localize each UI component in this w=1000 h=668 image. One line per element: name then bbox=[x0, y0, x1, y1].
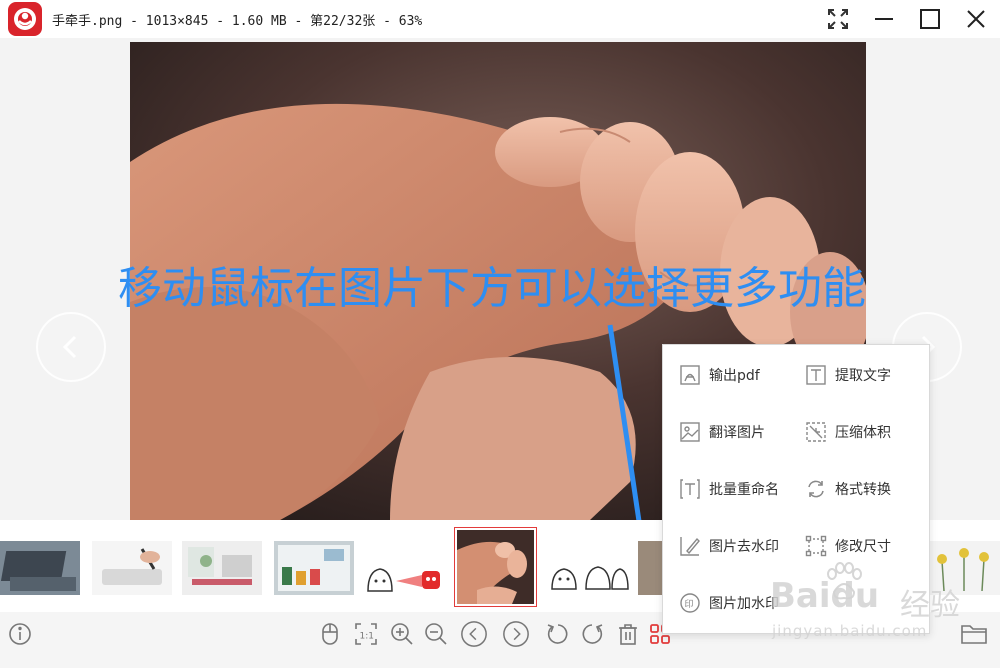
compress-icon bbox=[805, 421, 827, 443]
menu-item-remove-watermark[interactable]: 图片去水印 bbox=[679, 530, 779, 562]
prev-image-button[interactable] bbox=[36, 312, 106, 382]
chevron-left-icon bbox=[62, 335, 77, 359]
previous-icon[interactable] bbox=[460, 620, 488, 648]
folder-icon[interactable] bbox=[960, 620, 988, 648]
rename-icon bbox=[679, 478, 701, 500]
image-translate-icon bbox=[679, 421, 701, 443]
remove-watermark-icon bbox=[679, 535, 701, 557]
minimize-icon[interactable] bbox=[868, 4, 900, 34]
menu-item-export-pdf[interactable]: 输出pdf bbox=[679, 359, 760, 391]
delete-icon[interactable] bbox=[614, 620, 642, 648]
thumbnail-hands-active[interactable] bbox=[454, 527, 537, 607]
more-functions-menu: 输出pdf 提取文字 翻译图片 压缩体积 批量重命名 格式转换 图片去水印 修改… bbox=[662, 344, 930, 634]
rotate-left-icon[interactable] bbox=[544, 620, 572, 648]
instruction-caption: 移动鼠标在图片下方可以选择更多功能 bbox=[118, 263, 866, 314]
window-title: 手牵手.png - 1013×845 - 1.60 MB - 第22/32张 -… bbox=[52, 14, 423, 29]
menu-item-extract-text[interactable]: 提取文字 bbox=[805, 359, 891, 391]
actual-size-icon[interactable]: 1:1 bbox=[352, 620, 380, 648]
close-icon[interactable] bbox=[960, 4, 992, 34]
next-icon[interactable] bbox=[502, 620, 530, 648]
thumbnail-sticker-ghost[interactable] bbox=[362, 541, 446, 595]
menu-item-batch-rename[interactable]: 批量重命名 bbox=[679, 473, 779, 505]
title-bar: 手牵手.png - 1013×845 - 1.60 MB - 第22/32张 -… bbox=[0, 0, 1000, 39]
pdf-icon bbox=[679, 364, 701, 386]
menu-item-format-convert[interactable]: 格式转换 bbox=[805, 473, 891, 505]
thumbnail-sticker-cats[interactable] bbox=[546, 541, 630, 595]
menu-item-add-watermark[interactable]: 印 图片加水印 bbox=[679, 587, 779, 619]
thumbnail-laptop[interactable] bbox=[0, 541, 80, 595]
resize-icon bbox=[805, 535, 827, 557]
mouse-icon[interactable] bbox=[316, 620, 344, 648]
menu-item-compress[interactable]: 压缩体积 bbox=[805, 416, 891, 448]
thumbnail-drawing-tablet[interactable] bbox=[92, 541, 172, 595]
menu-item-translate-image[interactable]: 翻译图片 bbox=[679, 416, 765, 448]
menu-item-resize[interactable]: 修改尺寸 bbox=[805, 530, 891, 562]
thumbnail-desk[interactable] bbox=[182, 541, 262, 595]
thumbnail-fridge[interactable] bbox=[274, 541, 354, 595]
app-logo bbox=[8, 2, 42, 36]
thumbnail-flowers[interactable] bbox=[928, 541, 1000, 595]
add-watermark-icon: 印 bbox=[679, 592, 701, 614]
zoom-out-icon[interactable] bbox=[422, 620, 450, 648]
info-icon[interactable] bbox=[6, 620, 34, 648]
svg-text:印: 印 bbox=[685, 598, 694, 610]
zoom-in-icon[interactable] bbox=[388, 620, 416, 648]
fullscreen-icon[interactable] bbox=[822, 4, 854, 34]
convert-icon bbox=[805, 478, 827, 500]
maximize-icon[interactable] bbox=[914, 4, 946, 34]
svg-text:1:1: 1:1 bbox=[360, 632, 374, 642]
rotate-right-icon[interactable] bbox=[578, 620, 606, 648]
text-extract-icon bbox=[805, 364, 827, 386]
thumbnail-partial[interactable] bbox=[638, 541, 662, 595]
